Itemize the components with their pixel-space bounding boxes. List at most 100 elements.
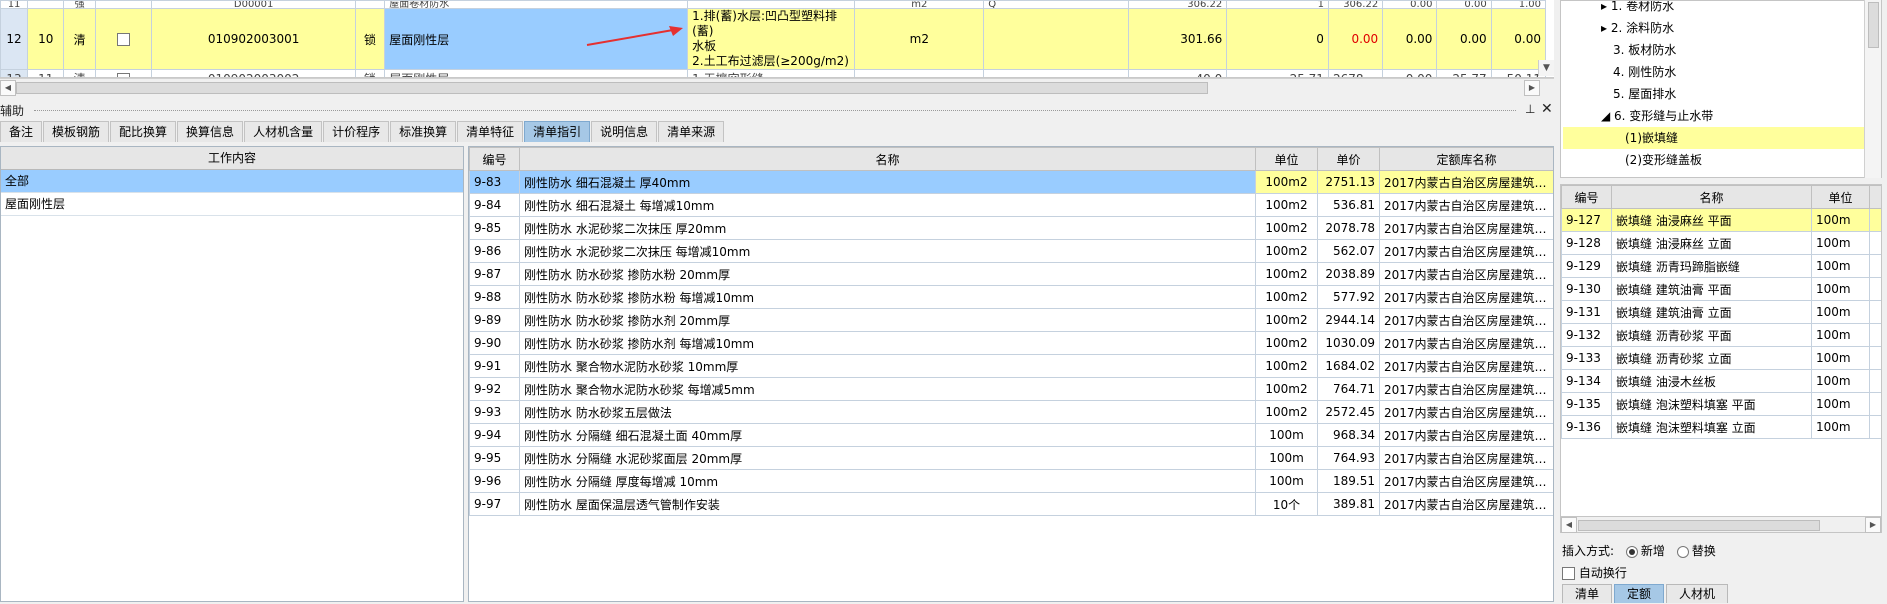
quota-row[interactable]: 9-85 刚性防水 水泥砂浆二次抹压 厚20mm 100m2 2078.78 2017内…: [469, 216, 1553, 240]
quota-price: 2038.89: [1317, 262, 1380, 286]
tab-standard-conversion[interactable]: 标准换算: [390, 121, 457, 142]
joint-quota-row[interactable]: 9-127 嵌填缝 油浸麻丝 平面 100m: [1561, 208, 1881, 232]
joint-quota-row[interactable]: 9-132 嵌填缝 沥青砂浆 平面 100m: [1561, 323, 1881, 347]
tree-node[interactable]: (2)变形缝盖板: [1625, 149, 1702, 171]
quota-row[interactable]: 9-87 刚性防水 防水砂浆 掺防水粉 20mm厚 100m2 2038.89 2017…: [469, 262, 1553, 286]
quota-row[interactable]: 9-89 刚性防水 防水砂浆 掺防水剂 20mm厚 100m2 2944.14 2017…: [469, 308, 1553, 332]
quota-price: 562.07: [1317, 239, 1380, 263]
row-name[interactable]: 屋面刚性层: [384, 8, 689, 70]
quota-name: 刚性防水 防水砂浆 掺防水剂 每增减10mm: [519, 331, 1256, 355]
scroll-right-arrow-icon[interactable]: ▶: [1865, 517, 1881, 533]
tree-node[interactable]: ▸ 1. 卷材防水: [1601, 1, 1674, 17]
tab-quota[interactable]: 定额: [1614, 584, 1665, 603]
row-checkbox-cell[interactable]: [94, 0, 153, 9]
work-content-header: 工作内容: [1, 147, 463, 170]
col-header-price[interactable]: 单价: [1317, 147, 1380, 171]
col-header-code[interactable]: 编号: [1561, 185, 1612, 209]
scroll-right-arrow-icon[interactable]: ▶: [1524, 80, 1540, 96]
aux-tab-strip: 备注 模板钢筋 配比换算 换算信息 人材机含量 计价程序 标准换算 清单特征 清…: [0, 121, 1554, 143]
joint-quota-row[interactable]: 9-133 嵌填缝 沥青砂浆 立面 100m: [1561, 346, 1881, 370]
radio-insert-replace-label[interactable]: 替换: [1692, 544, 1716, 558]
tab-mix-conversion[interactable]: 配比换算: [110, 121, 177, 142]
joint-quota-code: 9-129: [1561, 254, 1612, 278]
tree-node[interactable]: 4. 刚性防水: [1613, 61, 1676, 83]
scrollbar-thumb[interactable]: [1868, 2, 1879, 48]
scrollbar-thumb[interactable]: [16, 82, 1208, 94]
joint-quota-code: 9-133: [1561, 346, 1612, 370]
quota-row[interactable]: 9-83 刚性防水 细石混凝土 厚40mm 100m2 2751.13 2017内蒙古自…: [469, 170, 1553, 194]
auto-wrap-label[interactable]: 自动换行: [1579, 566, 1627, 580]
tree-node[interactable]: ◢ 6. 变形缝与止水带: [1601, 105, 1713, 127]
scrollbar-thumb[interactable]: [1578, 520, 1820, 531]
col-header-code[interactable]: 编号: [469, 147, 520, 171]
row-checkbox-cell[interactable]: [94, 69, 153, 77]
table-row[interactable]: 13 11 清 010902003002 锁 屋面刚性层 1.无檩空形缝 40.…: [0, 69, 1547, 77]
joint-quota-horizontal-scrollbar[interactable]: ◀ ▶: [1560, 516, 1882, 533]
joint-quota-row[interactable]: 9-130 嵌填缝 建筑油膏 平面 100m: [1561, 277, 1881, 301]
pin-icon[interactable]: ⊥: [1525, 102, 1535, 116]
close-icon[interactable]: ✕: [1541, 101, 1553, 117]
scroll-down-arrow-icon[interactable]: ▼: [1538, 60, 1554, 76]
tab-resource-content[interactable]: 人材机含量: [244, 121, 323, 142]
scroll-left-arrow-icon[interactable]: ◀: [0, 80, 16, 96]
top-grid-horizontal-scrollbar[interactable]: ◀ ▶: [0, 78, 1554, 96]
col-header-unit[interactable]: 单位: [1255, 147, 1318, 171]
quota-row[interactable]: 9-93 刚性防水 防水砂浆五层做法 100m2 2572.45 2017内蒙古自治区房…: [469, 400, 1553, 424]
quota-row[interactable]: 9-90 刚性防水 防水砂浆 掺防水剂 每增减10mm 100m2 1030.09 20…: [469, 331, 1553, 355]
work-content-item-all[interactable]: 全部: [1, 170, 463, 193]
tree-node[interactable]: ▸ 2. 涂料防水: [1601, 17, 1674, 39]
col-header-name[interactable]: 名称: [519, 147, 1256, 171]
quota-row[interactable]: 9-94 刚性防水 分隔缝 细石混凝土面 40mm厚 100m 968.34 2017内…: [469, 423, 1553, 447]
scroll-left-arrow-icon[interactable]: ◀: [1561, 517, 1577, 533]
tab-pricing-program[interactable]: 计价程序: [323, 121, 390, 142]
row-checkbox[interactable]: [117, 33, 131, 46]
radio-insert-replace[interactable]: [1676, 545, 1689, 558]
quota-row[interactable]: 9-86 刚性防水 水泥砂浆二次抹压 每增减10mm 100m2 562.07 2017…: [469, 239, 1553, 263]
joint-quota-unit: 100m: [1811, 254, 1870, 278]
row-feature[interactable]: 1.排(蓄)水层:凹凸型塑料排(蓄) 水板 2.土工布过滤层(≥200g/m2): [687, 8, 856, 70]
tab-notes[interactable]: 备注: [0, 121, 43, 142]
selected-bill-row[interactable]: 12 10 清 010902003001 锁 屋面刚性层 1.排(蓄)水层:凹凸…: [0, 8, 1547, 70]
joint-quota-row[interactable]: 9-131 嵌填缝 建筑油膏 立面 100m: [1561, 300, 1881, 324]
tree-node[interactable]: 3. 板材防水: [1613, 39, 1676, 61]
aux-panel-title: 辅助: [0, 104, 25, 118]
joint-quota-row[interactable]: 9-136 嵌填缝 泡沫塑料填塞 立面 100m: [1561, 415, 1881, 439]
tab-resources[interactable]: 人材机: [1666, 584, 1729, 603]
joint-quota-row[interactable]: 9-129 嵌填缝 沥青玛蹄脂嵌缝 100m: [1561, 254, 1881, 278]
table-row[interactable]: 11 强 D00001 屋面卷材防水 m2 Q 306.22 1 306.22 …: [0, 0, 1547, 9]
quota-row[interactable]: 9-91 刚性防水 聚合物水泥防水砂浆 10mm厚 100m2 1684.02 2017…: [469, 354, 1553, 378]
quota-row[interactable]: 9-88 刚性防水 防水砂浆 掺防水粉 每增减10mm 100m2 577.92 201…: [469, 285, 1553, 309]
quota-unit: 100m2: [1255, 400, 1318, 424]
tab-bill-source[interactable]: 清单来源: [658, 121, 725, 142]
quota-row[interactable]: 9-97 刚性防水 屋面保温层透气管制作安装 10个 389.81 2017内蒙古自治区…: [469, 492, 1553, 516]
tree-node[interactable]: 5. 屋面排水: [1613, 83, 1676, 105]
auto-wrap-checkbox[interactable]: [1562, 567, 1575, 580]
col-header-unit[interactable]: 单位: [1811, 185, 1870, 209]
tab-template-rebar[interactable]: 模板钢筋: [43, 121, 110, 142]
tab-bill-guide[interactable]: 清单指引: [524, 121, 591, 142]
tree-node-selected[interactable]: (1)嵌填缝: [1563, 127, 1881, 149]
feature-line: 水板: [692, 39, 717, 53]
quota-price: 2572.45: [1317, 400, 1380, 424]
joint-quota-row[interactable]: 9-128 嵌填缝 油浸麻丝 立面 100m: [1561, 231, 1881, 255]
joint-quota-name: 嵌填缝 油浸麻丝 平面: [1611, 208, 1812, 232]
quota-price: 389.81: [1317, 492, 1380, 516]
quota-row[interactable]: 9-96 刚性防水 分隔缝 厚度每增减 10mm 100m 189.51 2017内蒙古…: [469, 469, 1553, 493]
quota-row[interactable]: 9-95 刚性防水 分隔缝 水泥砂浆面层 20mm厚 100m 764.93 2017内…: [469, 446, 1553, 470]
radio-insert-new-label[interactable]: 新增: [1641, 544, 1665, 558]
tab-bill-features[interactable]: 清单特征: [457, 121, 524, 142]
work-content-item[interactable]: 屋面刚性层: [1, 193, 463, 216]
col-header-name[interactable]: 名称: [1611, 185, 1812, 209]
quota-row[interactable]: 9-92 刚性防水 聚合物水泥防水砂浆 每增减5mm 100m2 764.71 2017…: [469, 377, 1553, 401]
joint-quota-row[interactable]: 9-134 嵌填缝 油浸木丝板 100m: [1561, 369, 1881, 393]
quota-row[interactable]: 9-84 刚性防水 细石混凝土 每增减10mm 100m2 536.81 2017内蒙古…: [469, 193, 1553, 217]
joint-quota-unit: 100m: [1811, 346, 1870, 370]
col-header-library[interactable]: 定额库名称: [1379, 147, 1553, 171]
joint-quota-row[interactable]: 9-135 嵌填缝 泡沫塑料填塞 平面 100m: [1561, 392, 1881, 416]
tab-conversion-info[interactable]: 换算信息: [177, 121, 244, 142]
radio-insert-new[interactable]: [1625, 545, 1638, 558]
tab-description[interactable]: 说明信息: [591, 121, 658, 142]
tree-vertical-scrollbar[interactable]: [1864, 0, 1881, 178]
tab-bill[interactable]: 清单: [1562, 584, 1613, 603]
row-checkbox-cell[interactable]: [94, 8, 153, 70]
